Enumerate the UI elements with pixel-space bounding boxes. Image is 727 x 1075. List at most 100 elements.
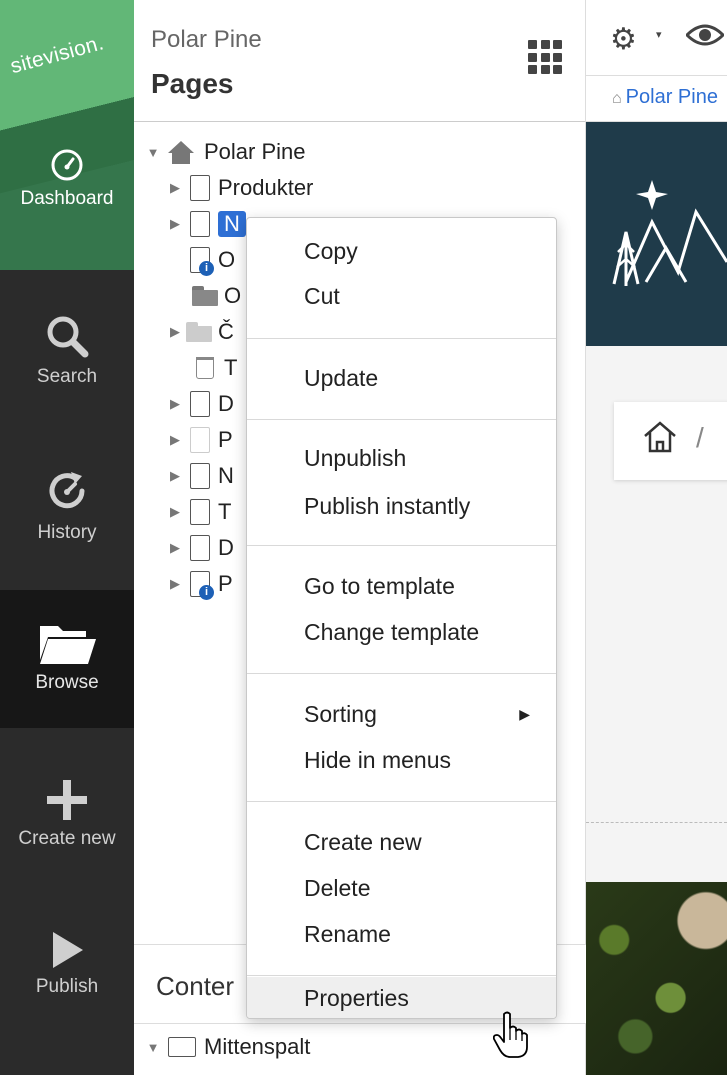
- collapsed-caret-icon[interactable]: ▶: [164, 576, 186, 592]
- nav-create-new[interactable]: Create new: [0, 778, 134, 850]
- nav-publish-label: Publish: [35, 976, 99, 997]
- collapsed-caret-icon[interactable]: ▶: [164, 504, 186, 520]
- expanded-caret-icon[interactable]: ▼: [142, 145, 164, 160]
- collapsed-caret-icon[interactable]: ▶: [164, 396, 186, 412]
- folder-icon: [186, 322, 212, 342]
- submenu-arrow-icon: ▶: [519, 706, 530, 722]
- nav-dashboard[interactable]: Dashboard: [0, 148, 134, 210]
- tree-item[interactable]: ▶ i P: [164, 568, 233, 600]
- page-icon: i: [190, 571, 214, 600]
- nav-history-label: History: [37, 522, 97, 543]
- hand-cursor-icon: [493, 1011, 528, 1058]
- tree-item-label: P: [218, 571, 233, 596]
- tree-item-label: Polar Pine: [204, 139, 306, 164]
- preview-photo: [586, 882, 727, 1075]
- home-icon: [168, 141, 194, 164]
- nav-search[interactable]: Search: [0, 312, 134, 388]
- menu-item-change-template[interactable]: Change template: [247, 612, 556, 652]
- menu-divider: [247, 338, 556, 339]
- tree-item-label: Č: [218, 319, 234, 344]
- menu-item-cut[interactable]: Cut: [247, 276, 556, 316]
- tree-item[interactable]: O: [192, 280, 241, 312]
- tree-item[interactable]: ▶ T: [164, 496, 231, 528]
- gauge-icon: [51, 149, 83, 181]
- tree-item[interactable]: ▶ P: [164, 424, 233, 456]
- content-tree-item[interactable]: ▼ Mittenspalt: [142, 1031, 311, 1063]
- chevron-down-icon[interactable]: ▾: [656, 28, 662, 41]
- collapsed-caret-icon[interactable]: ▶: [164, 468, 186, 484]
- page-icon: [190, 535, 210, 561]
- tree-item[interactable]: ▶ Produkter: [164, 172, 313, 204]
- section-divider: [586, 822, 727, 823]
- page-icon: [190, 175, 210, 201]
- tree-item-label: O: [224, 283, 242, 308]
- nav-search-label: Search: [36, 366, 98, 387]
- tree-item-root[interactable]: ▼ Polar Pine: [142, 136, 306, 168]
- history-icon: [49, 472, 85, 509]
- search-icon: [47, 316, 89, 358]
- plus-icon: [47, 780, 87, 820]
- tree-item[interactable]: ▶ Č: [164, 316, 234, 348]
- breadcrumb[interactable]: ⌂ Polar Pine: [612, 86, 718, 109]
- tree-item-selected[interactable]: ▶ N: [164, 208, 246, 240]
- main-nav: sitevision. Dashboard Search History Bro…: [0, 0, 134, 1075]
- content-tree-item-label: Mittenspalt: [204, 1034, 311, 1059]
- nav-dashboard-label: Dashboard: [20, 188, 114, 209]
- trash-icon: [196, 357, 214, 379]
- eye-icon[interactable]: [686, 23, 724, 47]
- tree-item[interactable]: T: [192, 352, 237, 384]
- menu-item-rename[interactable]: Rename: [247, 914, 556, 954]
- menu-item-update[interactable]: Update: [247, 358, 556, 398]
- menu-item-delete[interactable]: Delete: [247, 868, 556, 908]
- preview-breadcrumb-card: /: [614, 402, 727, 480]
- tree-item[interactable]: ▶ N: [164, 460, 234, 492]
- menu-item-unpublish[interactable]: Unpublish: [247, 438, 556, 478]
- preview-toolbar: ⚙ ▾: [586, 0, 727, 76]
- collapsed-caret-icon[interactable]: ▶: [164, 432, 186, 448]
- tree-item[interactable]: i O: [186, 244, 235, 276]
- nav-browse[interactable]: Browse: [0, 590, 134, 728]
- page-icon: [190, 427, 210, 453]
- content-section-label: Conter: [156, 971, 235, 1001]
- collapsed-caret-icon[interactable]: ▶: [164, 540, 186, 556]
- breadcrumb-separator: /: [696, 422, 704, 453]
- nav-publish[interactable]: Publish: [0, 930, 134, 998]
- collapsed-caret-icon[interactable]: ▶: [164, 180, 186, 196]
- tree-item[interactable]: ▶ D: [164, 388, 234, 420]
- play-icon: [53, 932, 83, 968]
- tree-item-label: T: [218, 499, 232, 524]
- collapsed-caret-icon[interactable]: ▶: [164, 324, 186, 340]
- collapsed-caret-icon[interactable]: ▶: [164, 216, 186, 232]
- menu-item-sorting-label: Sorting: [304, 701, 377, 727]
- sitevision-logo[interactable]: sitevision.: [8, 31, 106, 79]
- menu-divider: [247, 975, 556, 976]
- hero-banner: [586, 122, 727, 346]
- tree-item-label: D: [218, 391, 234, 416]
- menu-item-create-new[interactable]: Create new: [247, 822, 556, 862]
- menu-item-go-to-template[interactable]: Go to template: [247, 566, 556, 606]
- expanded-caret-icon[interactable]: ▼: [142, 1040, 164, 1055]
- home-icon: ⌂: [612, 90, 622, 107]
- menu-item-sorting[interactable]: Sorting ▶: [247, 694, 556, 734]
- page-preview: ⚙ ▾ ⌂ Polar Pine /: [586, 0, 727, 1075]
- layout-box-icon: [168, 1037, 196, 1057]
- folder-open-icon: [40, 626, 96, 664]
- context-menu: Copy Cut Update Unpublish Publish instan…: [246, 217, 557, 1019]
- menu-divider: [247, 801, 556, 802]
- page-icon: [190, 211, 210, 237]
- folder-icon: [192, 286, 218, 306]
- tree-item-label: N: [218, 463, 234, 488]
- app-grid-icon[interactable]: [528, 40, 562, 74]
- gear-icon[interactable]: ⚙: [610, 22, 637, 57]
- mountain-logo-icon: [612, 180, 727, 286]
- nav-history[interactable]: History: [0, 466, 134, 544]
- menu-item-publish-instantly[interactable]: Publish instantly: [247, 486, 556, 526]
- tree-item-label: T: [224, 355, 238, 380]
- menu-item-copy[interactable]: Copy: [247, 231, 556, 271]
- tree-item-label: O: [218, 247, 236, 272]
- tree-item[interactable]: ▶ D: [164, 532, 234, 564]
- info-badge-icon: i: [199, 261, 214, 276]
- info-badge-icon: i: [199, 585, 214, 600]
- menu-item-hide-in-menus[interactable]: Hide in menus: [247, 740, 556, 780]
- home-outline-icon[interactable]: [642, 420, 678, 454]
